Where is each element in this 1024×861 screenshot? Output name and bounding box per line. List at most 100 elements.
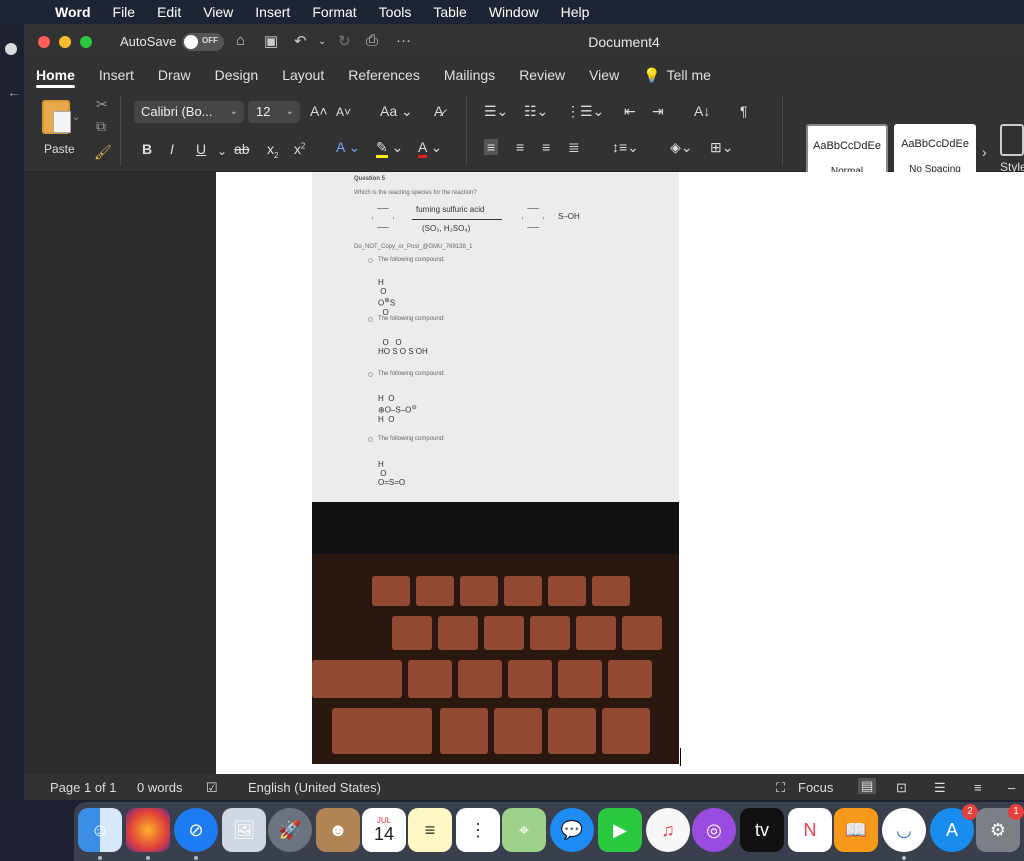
app-store-icon[interactable]: A2 [930, 804, 978, 852]
bold-button[interactable]: B [142, 141, 152, 157]
tell-me-search[interactable]: 💡 Tell me [631, 60, 723, 90]
undo-icon[interactable]: ↶ [294, 32, 307, 50]
grow-font-button[interactable]: A˄ [310, 103, 328, 119]
menu-edit[interactable]: Edit [146, 4, 192, 20]
show-formatting-button[interactable]: ¶ [740, 103, 748, 119]
tv-icon[interactable]: tv [740, 808, 784, 852]
copy-icon[interactable]: ⧉ [96, 118, 106, 135]
finder-icon[interactable]: ☺ [78, 808, 122, 852]
word-count[interactable]: 0 words [137, 780, 183, 795]
word-dock-icon[interactable]: ◡ [882, 808, 926, 852]
numbering-icon[interactable]: ☷⌄ [524, 103, 548, 120]
zoom-window-button[interactable] [80, 36, 92, 48]
decrease-indent-icon[interactable]: ⇤ [624, 103, 636, 120]
sort-icon[interactable]: A↓ [694, 103, 710, 119]
music-icon[interactable]: ♫ [646, 808, 690, 852]
draft-view-icon[interactable]: ≡ [974, 780, 982, 795]
focus-mode-icon[interactable]: ⛶ [776, 780, 785, 796]
menu-help[interactable]: Help [550, 4, 601, 20]
messages-icon[interactable]: 💬 [550, 808, 594, 852]
justify-icon[interactable]: ≣ [568, 139, 580, 156]
maps-icon[interactable]: ⌖ [502, 808, 546, 852]
menu-file[interactable]: File [102, 4, 147, 20]
text-effects-icon[interactable]: A ⌄ [336, 139, 360, 156]
align-right-icon[interactable]: ≡ [542, 139, 550, 155]
font-name-select[interactable]: Calibri (Bo... ⌄ [134, 101, 244, 123]
clear-formatting-icon[interactable]: A̷ [434, 103, 443, 119]
facetime-icon[interactable]: ▶ [598, 808, 642, 852]
tab-draw[interactable]: Draw [146, 60, 203, 90]
news-icon[interactable]: N [788, 808, 832, 852]
close-window-button[interactable] [38, 36, 50, 48]
underline-options-chevron-icon[interactable]: ⌄ [217, 144, 227, 158]
save-icon[interactable]: ▣ [264, 32, 278, 50]
underline-button[interactable]: U [196, 141, 206, 157]
books-icon[interactable]: 📖 [834, 808, 878, 852]
paste-button[interactable]: Paste [32, 96, 96, 164]
home-icon[interactable]: ⌂ [236, 32, 245, 49]
menu-format[interactable]: Format [301, 4, 367, 20]
menu-window[interactable]: Window [478, 4, 550, 20]
focus-label[interactable]: Focus [798, 780, 833, 795]
bullets-icon[interactable]: ☰⌄ [484, 103, 508, 120]
system-preferences-icon[interactable]: ⚙ 1 [976, 804, 1024, 852]
style-normal[interactable]: AaBbCcDdEe Normal [806, 124, 888, 178]
multilevel-list-icon[interactable]: ⋮☰⌄ [566, 103, 604, 120]
font-size-select[interactable]: 12 ⌄ [248, 101, 300, 123]
tab-layout[interactable]: Layout [270, 60, 336, 90]
tab-design[interactable]: Design [203, 60, 271, 90]
format-painter-icon[interactable]: 🖌 [94, 144, 112, 161]
align-left-icon[interactable]: ≡ [484, 139, 499, 155]
tab-view[interactable]: View [577, 60, 631, 90]
tab-mailings[interactable]: Mailings [432, 60, 507, 90]
option-radio[interactable] [368, 258, 373, 263]
style-no-spacing[interactable]: AaBbCcDdEe No Spacing [894, 124, 976, 178]
shading-icon[interactable]: ◈⌄ [670, 139, 693, 156]
menu-view[interactable]: View [192, 4, 244, 20]
more-icon[interactable]: ··· [396, 32, 411, 49]
paste-options-chevron-icon[interactable]: ⌄ [72, 112, 80, 123]
styles-gallery-arrow-icon[interactable]: › [982, 144, 987, 160]
shrink-font-button[interactable]: A˅ [336, 105, 351, 119]
firefox-icon[interactable] [126, 808, 170, 852]
styles-pane-icon[interactable] [1000, 124, 1024, 156]
reminders-icon[interactable]: ⋮ [456, 808, 500, 852]
subscript-button[interactable]: x2 [267, 141, 278, 160]
align-center-icon[interactable]: ≡ [516, 139, 524, 155]
undo-dropdown-chevron-icon[interactable]: ⌄ [318, 36, 326, 47]
safari-icon[interactable]: ⊘ [174, 808, 218, 852]
change-case-button[interactable]: Aa ⌄ [380, 103, 413, 120]
outline-view-icon[interactable]: ☰ [934, 780, 946, 796]
line-spacing-icon[interactable]: ↕≡⌄ [612, 139, 639, 156]
option-radio[interactable] [368, 437, 373, 442]
menu-tools[interactable]: Tools [368, 4, 423, 20]
italic-button[interactable]: I [170, 141, 174, 157]
podcasts-icon[interactable]: ◎ [692, 808, 736, 852]
menu-word[interactable]: Word [44, 4, 102, 20]
contacts-icon[interactable]: ☻ [316, 808, 360, 852]
language-indicator[interactable]: English (United States) [248, 780, 381, 795]
tab-review[interactable]: Review [507, 60, 577, 90]
launchpad-icon[interactable]: 🚀 [268, 808, 312, 852]
cut-icon[interactable]: ✂ [96, 96, 108, 113]
menu-insert[interactable]: Insert [244, 4, 301, 20]
pasted-photo[interactable]: Question 5 Which is the reacting species… [312, 172, 679, 764]
increase-indent-icon[interactable]: ⇥ [652, 103, 664, 120]
calendar-icon[interactable]: JUL 14 [362, 808, 406, 852]
minimize-window-button[interactable] [59, 36, 71, 48]
superscript-button[interactable]: x2 [294, 141, 305, 157]
notes-icon[interactable]: ≡ [408, 808, 452, 852]
page-count[interactable]: Page 1 of 1 [50, 780, 117, 795]
tab-home[interactable]: Home [24, 60, 87, 90]
menu-table[interactable]: Table [422, 4, 477, 20]
option-radio[interactable] [368, 317, 373, 322]
font-color-icon[interactable]: A ⌄ [418, 139, 442, 158]
highlight-color-icon[interactable]: ✎ ⌄ [376, 139, 403, 158]
preview-icon[interactable]: 🖼 [222, 808, 266, 852]
autosave-toggle[interactable]: OFF [182, 33, 224, 51]
zoom-slider-icon[interactable]: – [1008, 780, 1015, 795]
print-layout-view-icon[interactable]: ▤ [858, 778, 877, 794]
tab-references[interactable]: References [336, 60, 432, 90]
borders-icon[interactable]: ⊞⌄ [710, 139, 733, 156]
tab-insert[interactable]: Insert [87, 60, 146, 90]
